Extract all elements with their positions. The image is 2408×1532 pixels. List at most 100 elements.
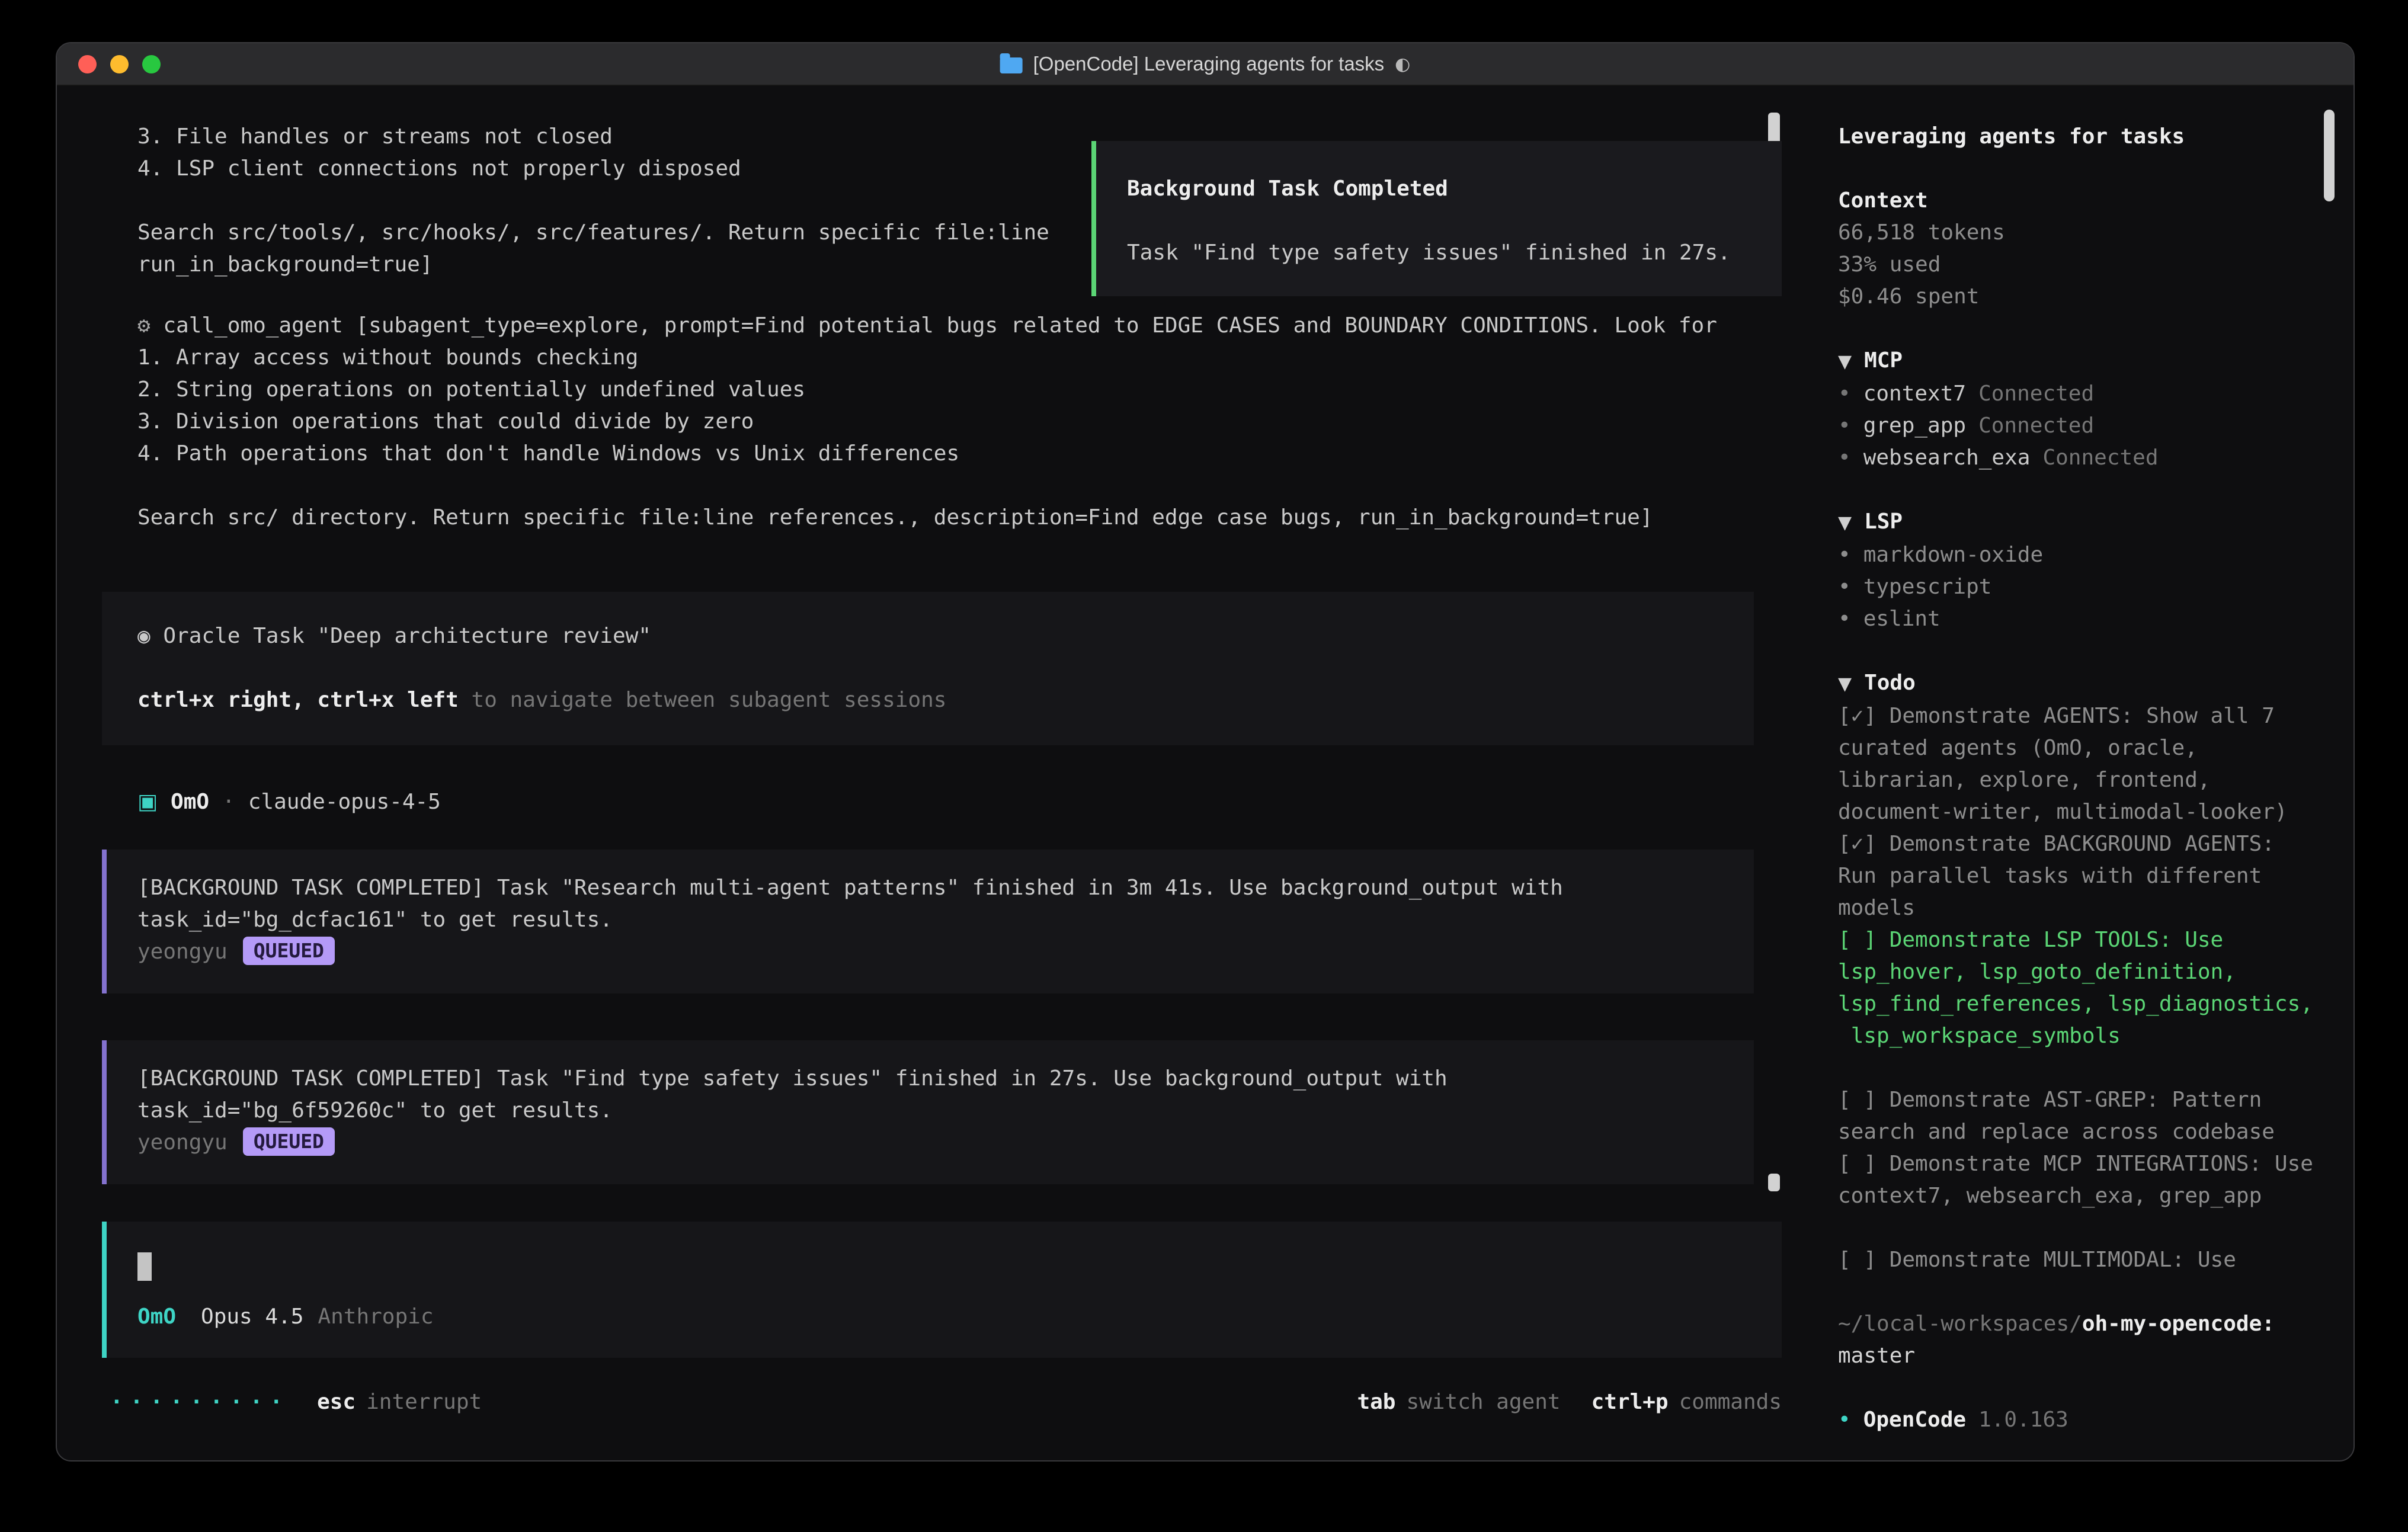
mcp-name: websearch_exa xyxy=(1863,442,2031,474)
bullet-icon: • xyxy=(1838,410,1851,442)
workspace-branch: master xyxy=(1838,1340,2316,1372)
app-name: OpenCode xyxy=(1863,1404,1966,1436)
context-heading: Context xyxy=(1838,185,2316,217)
mcp-item: • context7 Connected xyxy=(1838,378,2316,410)
close-window-button[interactable] xyxy=(78,55,97,73)
text-cursor xyxy=(137,1252,152,1281)
message-line: task_id="bg_6f59260c" to get results. xyxy=(137,1095,1754,1127)
lsp-name: eslint xyxy=(1863,603,1941,635)
minimize-window-button[interactable] xyxy=(110,55,129,73)
window-title: [OpenCode] Leveraging agents for tasks xyxy=(1033,53,1385,75)
message-line: [BACKGROUND TASK COMPLETED] Task "Resear… xyxy=(137,872,1754,904)
app-version: • OpenCode 1.0.163 xyxy=(1838,1404,2316,1436)
commands-key-hint: ctrl+p xyxy=(1592,1386,1669,1418)
sidebar-scrollbar-thumb[interactable] xyxy=(2324,110,2335,201)
message-line: [BACKGROUND TASK COMPLETED] Task "Find t… xyxy=(137,1063,1754,1095)
chevron-down-icon: ▼ xyxy=(1838,668,1852,700)
message-scrollbar-thumb[interactable] xyxy=(1768,1174,1780,1191)
tab-key-hint: tab xyxy=(1357,1386,1395,1418)
mcp-name: grep_app xyxy=(1863,410,1966,442)
lsp-heading: LSP xyxy=(1864,506,1903,538)
todo-item: [ ] Demonstrate MCP INTEGRATIONS: Use co… xyxy=(1838,1148,2316,1212)
todo-item: [ ] Demonstrate LSP TOOLS: Use lsp_hover… xyxy=(1838,924,2316,1052)
session-title: Leveraging agents for tasks xyxy=(1838,121,2316,153)
mcp-status: Connected xyxy=(1978,378,2094,410)
active-agent-label: OmO xyxy=(137,1301,176,1333)
status-badge: QUEUED xyxy=(243,1127,335,1156)
app-version-number: 1.0.163 xyxy=(1978,1404,2068,1436)
context-used: 33% used xyxy=(1838,249,2316,281)
background-task-toast: Background Task Completed Task "Find typ… xyxy=(1091,141,1782,296)
context-spent: $0.46 spent xyxy=(1838,281,2316,313)
lsp-name: typescript xyxy=(1863,571,1992,603)
bullet-icon: • xyxy=(1838,539,1851,571)
toast-body: Task "Find type safety issues" finished … xyxy=(1127,237,1782,269)
session-progress-icon: ◐ xyxy=(1395,54,1410,75)
oracle-task-title: Oracle Task "Deep architecture review" xyxy=(163,624,651,648)
mcp-status: Connected xyxy=(1978,410,2094,442)
bullet-icon: • xyxy=(1838,603,1851,635)
toast-title: Background Task Completed xyxy=(1127,173,1782,205)
lsp-item: • typescript xyxy=(1838,571,2316,603)
todo-section-header[interactable]: ▼ Todo xyxy=(1838,667,2316,700)
message-line: task_id="bg_dcfac161" to get results. xyxy=(137,904,1754,936)
message-block: [BACKGROUND TASK COMPLETED] Task "Find t… xyxy=(102,1040,1754,1184)
mcp-item: • websearch_exa Connected xyxy=(1838,442,2316,474)
agent-name: OmO xyxy=(171,786,209,818)
oracle-hint-text: to navigate between subagent sessions xyxy=(459,688,947,712)
chevron-down-icon: ▼ xyxy=(1838,346,1852,378)
todo-item: [ ] Demonstrate AST-GREP: Pattern search… xyxy=(1838,1084,2316,1148)
commands-key-label: commands xyxy=(1679,1386,1782,1418)
message-block: [BACKGROUND TASK COMPLETED] Task "Resear… xyxy=(102,850,1754,993)
bullet-icon: • xyxy=(1838,378,1851,410)
zoom-window-button[interactable] xyxy=(142,55,161,73)
folder-icon xyxy=(1000,57,1023,73)
workspace-path: ~/local-workspaces/oh-my-opencode: xyxy=(1838,1308,2316,1340)
gear-icon: ⚙ xyxy=(137,313,150,338)
lsp-section-header[interactable]: ▼ LSP xyxy=(1838,506,2316,539)
tab-key-label: switch agent xyxy=(1406,1386,1560,1418)
workspace-path-prefix: ~/local-workspaces/ xyxy=(1838,1312,2082,1336)
spinner-dots: ········· xyxy=(110,1386,290,1418)
status-badge: QUEUED xyxy=(243,937,335,965)
lsp-name: markdown-oxide xyxy=(1863,539,2043,571)
status-bar: ········· esc interrupt tab switch agent… xyxy=(110,1386,1782,1418)
prompt-input[interactable]: OmO Opus 4.5 Anthropic xyxy=(102,1222,1782,1358)
mcp-status: Connected xyxy=(2042,442,2158,474)
bullet-icon: • xyxy=(1838,442,1851,474)
esc-key-hint: esc xyxy=(317,1386,356,1418)
provider-label: Anthropic xyxy=(318,1301,433,1333)
agent-model: claude-opus-4-5 xyxy=(248,786,441,818)
mcp-item: • grep_app Connected xyxy=(1838,410,2316,442)
tool-call-body: call_omo_agent [subagent_type=explore, p… xyxy=(137,313,1717,530)
context-tokens: 66,518 tokens xyxy=(1838,217,2316,249)
message-author: yeongyu xyxy=(137,1130,228,1155)
mcp-heading: MCP xyxy=(1864,345,1903,377)
agent-separator: · xyxy=(222,786,235,818)
esc-key-label: interrupt xyxy=(366,1386,482,1418)
oracle-icon: ◉ xyxy=(137,624,150,648)
oracle-hint-keys: ctrl+x right, ctrl+x left xyxy=(137,688,459,712)
window-title-group: [OpenCode] Leveraging agents for tasks ◐ xyxy=(1000,43,1411,85)
input-meta: OmO Opus 4.5 Anthropic xyxy=(137,1301,1782,1333)
chevron-down-icon: ▼ xyxy=(1838,507,1852,539)
bullet-icon: • xyxy=(1838,1404,1851,1436)
agent-header: ▣ OmO · claude-opus-4-5 xyxy=(137,786,441,818)
todo-item: [✓] Demonstrate AGENTS: Show all 7 curat… xyxy=(1838,700,2316,828)
lsp-item: • eslint xyxy=(1838,603,2316,635)
window-titlebar[interactable]: [OpenCode] Leveraging agents for tasks ◐ xyxy=(57,43,2353,86)
terminal-window: [OpenCode] Leveraging agents for tasks ◐… xyxy=(56,42,2355,1462)
model-label: Opus 4.5 xyxy=(201,1301,303,1333)
todo-item: [✓] Demonstrate BACKGROUND AGENTS: Run p… xyxy=(1838,828,2316,924)
todo-heading: Todo xyxy=(1864,667,1916,699)
agent-icon: ▣ xyxy=(137,786,158,818)
scrollback-text: 3. File handles or streams not closed 4.… xyxy=(137,121,1049,281)
bullet-icon: • xyxy=(1838,571,1851,603)
session-sidebar: Leveraging agents for tasks Context 66,5… xyxy=(1838,121,2316,1436)
mcp-name: context7 xyxy=(1863,378,1966,410)
message-author: yeongyu xyxy=(137,940,228,964)
traffic-lights xyxy=(57,55,161,73)
mcp-section-header[interactable]: ▼ MCP xyxy=(1838,345,2316,378)
todo-item: [ ] Demonstrate MULTIMODAL: Use xyxy=(1838,1244,2316,1276)
oracle-task-panel: ◉ Oracle Task "Deep architecture review"… xyxy=(102,592,1754,745)
